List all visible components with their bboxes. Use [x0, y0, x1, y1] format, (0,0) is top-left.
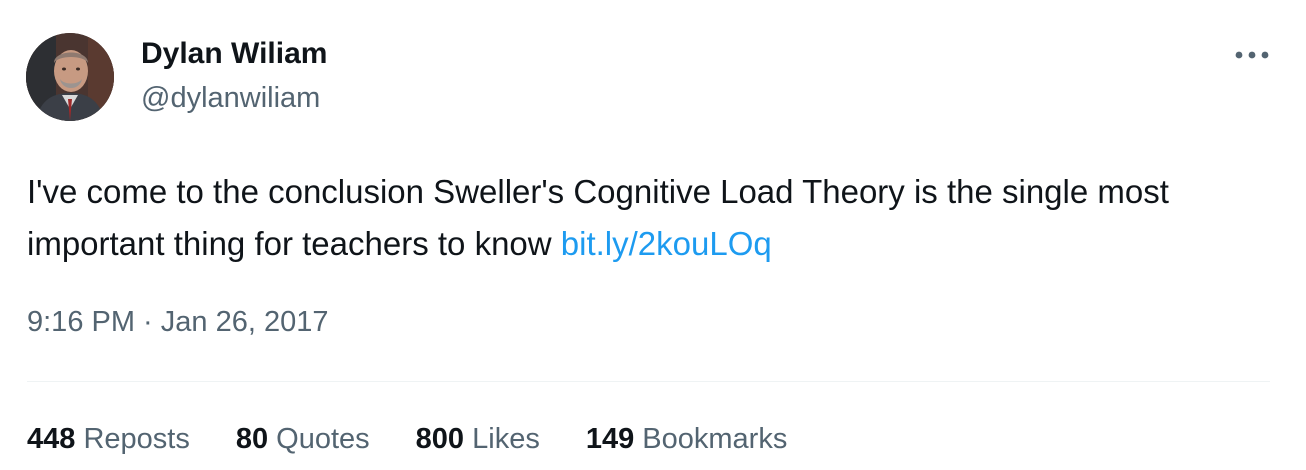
author-name[interactable]: Dylan Wiliam: [141, 36, 327, 72]
tweet-card: Dylan Wiliam @dylanwiliam I've come to t…: [0, 0, 1306, 470]
reposts-label: Reposts: [83, 423, 190, 455]
stat-likes[interactable]: 800 Likes: [416, 420, 540, 458]
divider: [27, 381, 1270, 382]
tweet-link[interactable]: bit.ly/2kouLOq: [561, 225, 772, 262]
engagement-stats: 448 Reposts 80 Quotes 800 Likes 149 Book…: [27, 420, 787, 458]
likes-label: Likes: [472, 423, 540, 455]
more-horizontal-icon: [1235, 51, 1269, 59]
timestamp-separator: ·: [135, 306, 161, 338]
reposts-count: 448: [27, 423, 76, 455]
author-avatar[interactable]: [26, 33, 114, 121]
bookmarks-label: Bookmarks: [642, 423, 788, 455]
tweet-text: I've come to the conclusion Sweller's Co…: [27, 166, 1277, 270]
profile-photo-icon: [26, 33, 114, 121]
timestamp-time[interactable]: 9:16 PM: [27, 306, 135, 338]
likes-count: 800: [415, 423, 465, 455]
more-options-button[interactable]: [1230, 38, 1274, 72]
tweet-timestamp: 9:16 PM · Jan 26, 2017: [27, 303, 328, 341]
stat-quotes[interactable]: 80 Quotes: [236, 420, 370, 458]
stat-bookmarks[interactable]: 149 Bookmarks: [586, 420, 788, 458]
timestamp-date[interactable]: Jan 26, 2017: [161, 306, 329, 338]
quotes-count: 80: [235, 423, 269, 455]
quotes-label: Quotes: [276, 423, 370, 455]
stat-reposts[interactable]: 448 Reposts: [27, 420, 190, 458]
bookmarks-count: 149: [585, 423, 635, 455]
author-handle[interactable]: @dylanwiliam: [141, 80, 320, 116]
